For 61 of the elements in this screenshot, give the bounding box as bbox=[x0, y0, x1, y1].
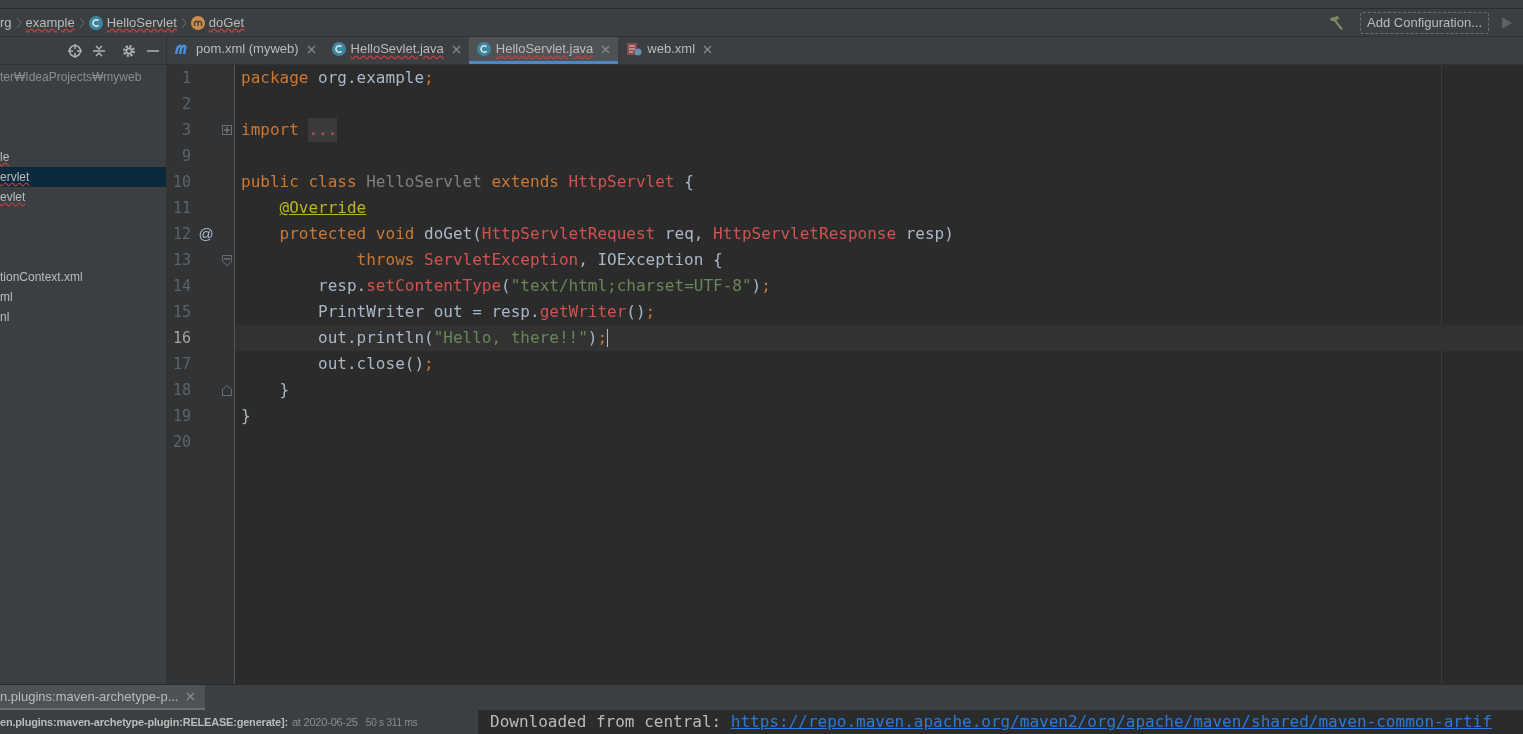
expand-fold-icon[interactable] bbox=[222, 125, 232, 135]
chevron-icon bbox=[15, 16, 22, 29]
console-text: Downloaded from central: bbox=[490, 711, 723, 733]
chevron-icon bbox=[78, 16, 85, 29]
editor-tab[interactable]: HelloServlet.java bbox=[468, 37, 619, 64]
code-line: @Override bbox=[278, 197, 367, 219]
collapse-fold-icon[interactable] bbox=[222, 254, 232, 266]
editor-tab[interactable]: HelloSevlet.java bbox=[323, 37, 469, 64]
run-date: at 2020-06-25 bbox=[291, 714, 358, 730]
override-marker[interactable]: @ bbox=[191, 222, 221, 246]
code-line: } bbox=[240, 405, 251, 427]
code-line: protected void doGet(HttpServletRequest req, HttpServletResponse resp) bbox=[278, 223, 954, 245]
code-line: out.println("Hello, there!!"); bbox=[317, 327, 609, 349]
tab-label[interactable]: HelloServlet.java bbox=[495, 39, 594, 59]
close-icon[interactable] bbox=[186, 692, 196, 701]
tree-item[interactable]: nl bbox=[0, 307, 166, 327]
breadcrumb-item[interactable]: HelloServlet bbox=[106, 12, 177, 33]
text-cursor bbox=[607, 329, 609, 347]
add-configuration-button[interactable]: Add Configuration... bbox=[1360, 11, 1489, 34]
run-duration: 50 s 311 ms bbox=[365, 715, 418, 730]
chevron-icon bbox=[180, 16, 187, 29]
code-line: PrintWriter out = resp.getWriter(); bbox=[317, 301, 656, 323]
fold-end-icon[interactable] bbox=[222, 384, 232, 396]
xml-file-icon bbox=[626, 42, 643, 56]
tree-item[interactable]: le bbox=[0, 147, 166, 167]
tab-label[interactable]: pom.xml (myweb) bbox=[196, 39, 299, 59]
close-icon[interactable] bbox=[703, 44, 713, 54]
tree-item[interactable]: ervlet bbox=[0, 167, 166, 187]
close-icon[interactable] bbox=[601, 44, 611, 54]
editor-tab[interactable]: web.xml bbox=[618, 37, 721, 64]
breadcrumb-item[interactable]: doGet bbox=[208, 12, 245, 33]
breadcrumb-item[interactable]: example bbox=[25, 12, 75, 33]
close-icon[interactable] bbox=[306, 44, 316, 54]
run-task[interactable]: en.plugins:maven-archetype-plugin:RELEASE:generate]: bbox=[0, 713, 288, 731]
project-path: ter₩IdeaProjects₩myweb bbox=[0, 69, 143, 86]
collapse-icon[interactable] bbox=[92, 43, 106, 58]
tree-item[interactable]: evlet bbox=[0, 187, 166, 207]
code-line: out.close(); bbox=[317, 353, 434, 375]
code-line: throws ServletException, IOException { bbox=[355, 249, 723, 271]
tree-item[interactable]: tionContext.xml bbox=[0, 267, 166, 287]
code-line: resp.setContentType("text/html;charset=UTF-8"); bbox=[317, 275, 771, 297]
class-icon bbox=[88, 15, 103, 30]
code-line: public class HelloServlet extends HttpServlet { bbox=[240, 171, 694, 193]
method-icon bbox=[190, 15, 205, 30]
code-line: } bbox=[278, 379, 290, 401]
line-number: 16 bbox=[171, 327, 191, 349]
tree-item[interactable]: ml bbox=[0, 287, 166, 307]
crosshair-icon[interactable] bbox=[68, 43, 82, 58]
run-icon[interactable] bbox=[1501, 15, 1513, 30]
console-link[interactable]: https://repo.maven.apache.org/maven2/org/apache/maven/shared/maven-common-artif bbox=[730, 710, 1492, 734]
class-icon bbox=[331, 42, 346, 56]
code-line: import ... bbox=[235, 118, 338, 142]
settings-icon[interactable] bbox=[122, 43, 136, 58]
close-icon[interactable] bbox=[451, 44, 461, 54]
breadcrumb-item[interactable]: rg bbox=[0, 12, 12, 33]
run-tab[interactable]: n.plugins:maven-archetype-p... bbox=[0, 685, 206, 710]
class-icon bbox=[476, 42, 491, 56]
editor-tab[interactable]: pom.xml (myweb) bbox=[167, 37, 324, 64]
code-line: package org.example; bbox=[240, 67, 434, 89]
tab-label[interactable]: HelloSevlet.java bbox=[350, 39, 444, 59]
tab-label[interactable]: web.xml bbox=[647, 39, 696, 59]
